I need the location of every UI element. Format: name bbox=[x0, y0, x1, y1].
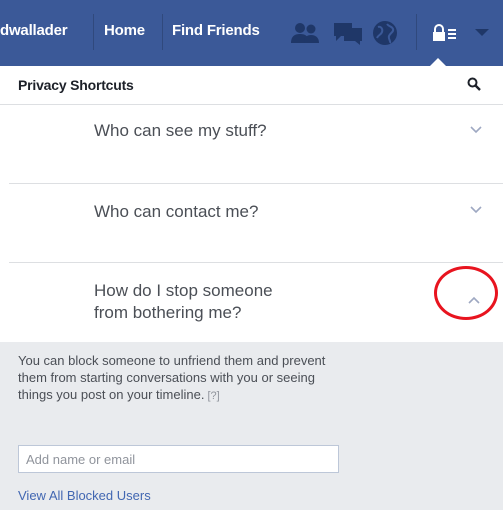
privacy-shortcuts-header: Privacy Shortcuts bbox=[0, 66, 503, 105]
section-question: Who can see my stuff? bbox=[94, 121, 267, 140]
nav-divider bbox=[93, 14, 94, 50]
profile-name-link[interactable]: dwallader bbox=[0, 22, 68, 39]
section-stop-bothering[interactable]: How do I stop someone from bothering me? bbox=[0, 263, 503, 342]
add-name-or-email-input[interactable] bbox=[18, 445, 339, 473]
help-link[interactable]: [?] bbox=[207, 390, 219, 402]
notifications-globe-icon[interactable] bbox=[372, 20, 398, 46]
section-question-line2: from bothering me? bbox=[94, 303, 242, 322]
block-description-text: You can block someone to unfriend them a… bbox=[18, 353, 326, 402]
messages-icon[interactable] bbox=[332, 20, 364, 46]
top-navigation-bar: dwallader Home Find Friends bbox=[0, 0, 503, 66]
chevron-down-icon[interactable] bbox=[470, 126, 482, 134]
home-link[interactable]: Home bbox=[104, 22, 145, 39]
section-question: Who can contact me? bbox=[94, 202, 259, 221]
nav-divider bbox=[416, 14, 417, 50]
section-question-line1: How do I stop someone bbox=[94, 281, 273, 300]
nav-divider bbox=[162, 14, 163, 50]
find-friends-link[interactable]: Find Friends bbox=[172, 22, 260, 39]
section-who-can-contact[interactable]: Who can contact me? bbox=[0, 184, 503, 262]
search-icon[interactable] bbox=[467, 77, 481, 91]
privacy-shortcuts-lock-icon[interactable] bbox=[432, 24, 458, 42]
block-description: You can block someone to unfriend them a… bbox=[18, 352, 348, 405]
account-menu-arrow-icon[interactable] bbox=[474, 28, 490, 38]
expanded-block-section: You can block someone to unfriend them a… bbox=[0, 342, 503, 510]
chevron-down-icon[interactable] bbox=[470, 206, 482, 214]
dropdown-caret bbox=[430, 58, 446, 66]
section-who-can-see[interactable]: Who can see my stuff? bbox=[0, 105, 503, 183]
friend-requests-icon[interactable] bbox=[290, 22, 320, 44]
view-all-blocked-users-link[interactable]: View All Blocked Users bbox=[18, 488, 151, 503]
panel-title: Privacy Shortcuts bbox=[18, 77, 134, 93]
highlight-annotation-circle bbox=[434, 266, 498, 320]
